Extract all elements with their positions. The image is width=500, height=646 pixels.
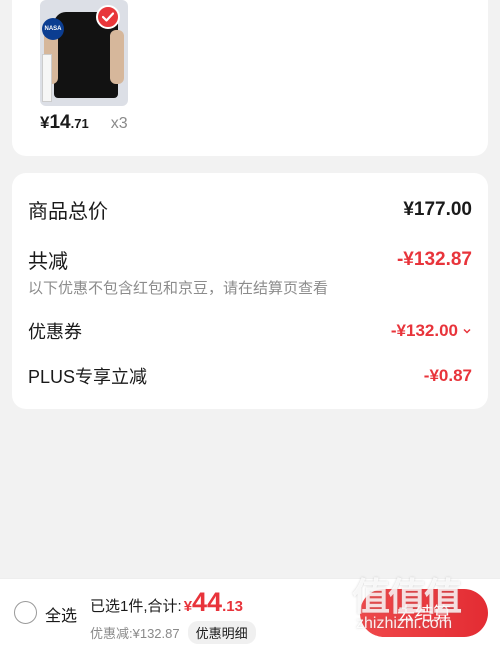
checkout-button[interactable]: 去结算 [360,589,488,637]
total-price-row: 商品总价 ¥177.00 [28,195,472,224]
discount-detail-button[interactable]: 优惠明细 [187,621,256,644]
size-chart-strip [42,54,52,102]
discount-summary: 优惠减:¥132.87 优惠明细 [90,621,256,644]
coupon-row[interactable]: 优惠券 -¥132.00 [28,318,472,344]
cart-total: 已选1件,合计: ¥ 44 .13 [90,587,243,617]
product-quantity: x3 [110,115,128,132]
plus-discount-label: PLUS专享立减 [28,367,148,387]
discount-note: 以下优惠不包含红包和京豆，请在结算页查看 [28,280,329,297]
price-summary-card: 商品总价 ¥177.00 共减 -¥132.87 以下优惠不包含红包和京豆，请在… [12,173,488,409]
cart-page: NASA ¥ 14 .71 x3 商品总价 ¥177.00 共减 -¥132.8… [0,0,500,646]
selected-count-text: 已选1件,合计: [90,598,182,615]
total-price-value: ¥177.00 [403,198,472,220]
selected-check-icon[interactable] [96,5,120,29]
select-all-radio[interactable] [14,601,37,624]
coupon-value-wrap: -¥132.00 [391,321,472,341]
coupon-label: 优惠券 [28,322,82,342]
total-price-label: 商品总价 [28,201,108,223]
select-all-label[interactable]: 全选 [45,602,77,626]
total-reduce-value: -¥132.87 [396,248,472,270]
coupon-value: -¥132.00 [390,321,458,340]
plus-discount-row: PLUS专享立减 -¥0.87 [28,363,472,389]
total-reduce-label: 共减 [28,251,68,273]
product-price: ¥ 14 .71 x3 [40,112,128,133]
total-amount-int: 44 [192,587,223,617]
plus-discount-value: -¥0.87 [423,366,472,385]
arm-image [110,30,124,84]
total-reduce-row: 共减 -¥132.87 [28,245,472,274]
nasa-logo: NASA [42,18,64,40]
checkout-bar: 全选 已选1件,合计: ¥ 44 .13 优惠减:¥132.87 优惠明细 去结… [0,578,500,646]
product-card: NASA ¥ 14 .71 x3 [12,0,488,156]
total-amount-dec: .13 [222,598,243,615]
chevron-down-icon[interactable] [462,326,472,336]
discount-amount: 优惠减:¥132.87 [90,626,180,641]
